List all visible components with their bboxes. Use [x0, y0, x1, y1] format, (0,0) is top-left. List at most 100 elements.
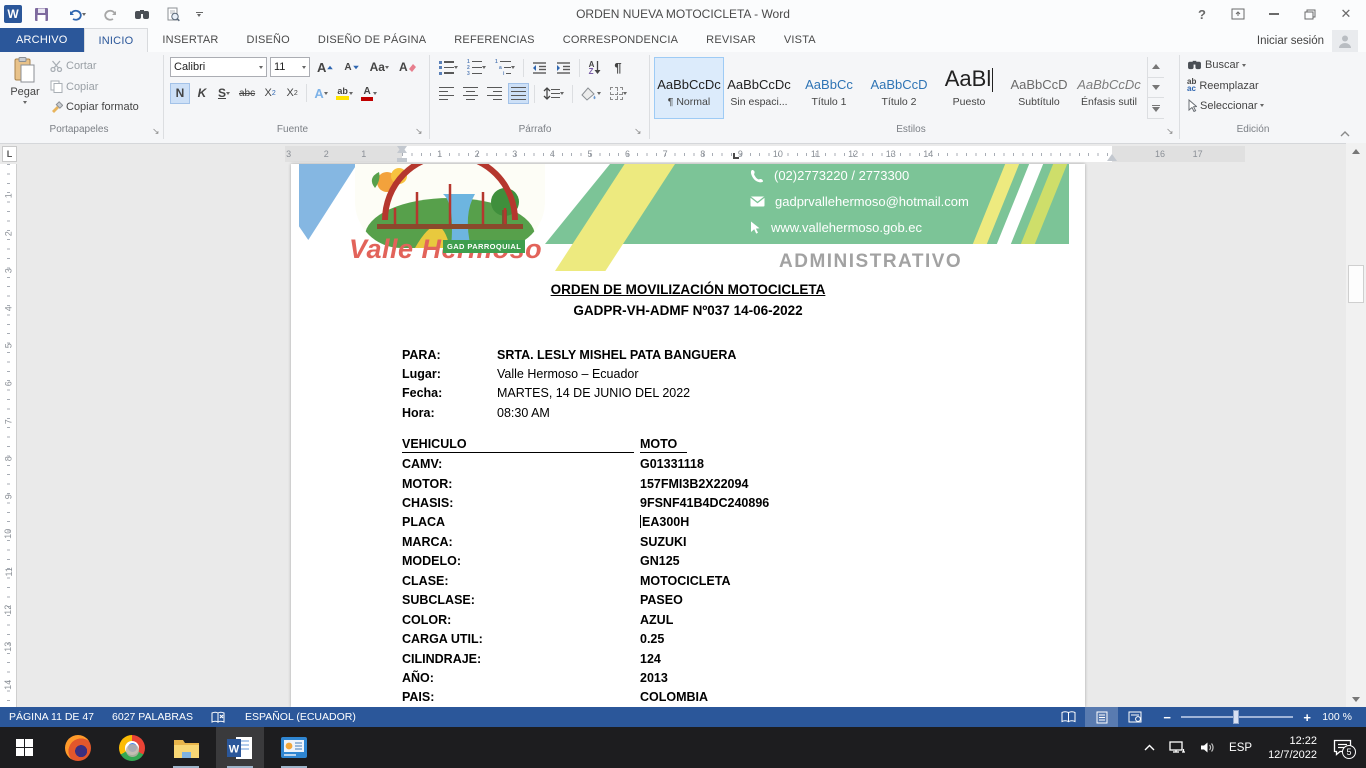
ribbon-tab[interactable]: INICIO: [84, 28, 149, 52]
clipboard-dialog-launcher[interactable]: ↘: [152, 127, 160, 136]
multilevel-list-button[interactable]: 1ai: [492, 57, 518, 78]
ribbon-tab[interactable]: CORRESPONDENCIA: [549, 28, 692, 52]
increase-indent-button[interactable]: [553, 57, 574, 78]
start-button[interactable]: [0, 727, 48, 768]
copy-button[interactable]: Copiar: [50, 80, 98, 93]
clear-formatting-button[interactable]: A: [396, 57, 420, 78]
clock[interactable]: 12:22 12/7/2022: [1259, 734, 1326, 762]
superscript-button[interactable]: X2: [282, 83, 302, 104]
notification-center[interactable]: 5: [1326, 727, 1366, 768]
zoom-level[interactable]: 100 %: [1313, 707, 1366, 727]
sign-in[interactable]: Iniciar sesión: [1257, 30, 1358, 52]
style-card[interactable]: AaBbCcD Título 2: [864, 57, 934, 119]
file-explorer-icon[interactable]: [162, 727, 210, 768]
ribbon-tab[interactable]: REFERENCIAS: [440, 28, 548, 52]
bullets-button[interactable]: [436, 57, 461, 78]
left-indent-marker[interactable]: [397, 153, 407, 162]
vertical-scrollbar[interactable]: [1346, 143, 1366, 707]
system-app-icon[interactable]: [270, 727, 318, 768]
styles-dialog-launcher[interactable]: ↘: [1166, 127, 1174, 136]
chrome-icon[interactable]: [108, 727, 156, 768]
right-indent-marker[interactable]: [1107, 154, 1117, 161]
style-card[interactable]: AaBbCc Título 1: [794, 57, 864, 119]
avatar[interactable]: [1332, 30, 1358, 52]
ribbon-tab[interactable]: ARCHIVO: [0, 28, 84, 52]
page-indicator[interactable]: PÁGINA 11 DE 47: [0, 707, 103, 727]
justify-button[interactable]: [508, 83, 529, 104]
network-icon[interactable]: [1162, 727, 1193, 768]
ribbon-tab[interactable]: VISTA: [770, 28, 830, 52]
align-right-button[interactable]: [484, 83, 505, 104]
minimize-button[interactable]: [1256, 0, 1292, 28]
shrink-font-button[interactable]: A: [341, 57, 362, 78]
zoom-in-button[interactable]: +: [1301, 710, 1313, 725]
style-card[interactable]: AaBbCcDc ¶ Normal: [654, 57, 724, 119]
styles-scroll-down[interactable]: [1148, 78, 1164, 99]
web-layout-button[interactable]: [1118, 707, 1151, 727]
replace-button[interactable]: abac Reemplazar: [1187, 79, 1259, 92]
language-tray[interactable]: ESP: [1222, 727, 1259, 768]
style-card[interactable]: AaBbCcDc Sin espaci...: [724, 57, 794, 119]
tray-expand-chevron[interactable]: [1137, 727, 1162, 768]
volume-icon[interactable]: [1193, 727, 1222, 768]
horizontal-ruler[interactable]: 321 1234567891011121314 1617: [285, 146, 1245, 162]
firefox-icon[interactable]: [54, 727, 102, 768]
paste-button[interactable]: Pegar: [6, 57, 44, 127]
scroll-down-button[interactable]: [1346, 691, 1366, 707]
show-marks-button[interactable]: ¶: [608, 57, 628, 78]
format-painter-button[interactable]: Copiar formato: [50, 100, 139, 113]
document-page[interactable]: (02)2773220 / 2773300 gadprvallehermoso@…: [291, 164, 1085, 707]
subscript-button[interactable]: X2: [260, 83, 280, 104]
collapse-ribbon-button[interactable]: [1340, 131, 1350, 137]
select-button[interactable]: Seleccionar: [1187, 99, 1264, 112]
ribbon-tab[interactable]: DISEÑO DE PÁGINA: [304, 28, 440, 52]
cut-button[interactable]: Cortar: [50, 60, 97, 72]
italic-button[interactable]: K: [192, 83, 212, 104]
sort-button[interactable]: AZ: [585, 57, 605, 78]
align-center-button[interactable]: [460, 83, 481, 104]
ribbon-tab[interactable]: DISEÑO: [233, 28, 304, 52]
read-mode-button[interactable]: [1052, 707, 1085, 727]
styles-more-button[interactable]: [1148, 98, 1164, 119]
font-size-combo[interactable]: 11: [270, 57, 310, 77]
print-layout-button[interactable]: [1085, 707, 1118, 727]
grow-font-button[interactable]: A: [314, 57, 337, 78]
help-button[interactable]: ?: [1184, 0, 1220, 28]
font-color-button[interactable]: A: [358, 83, 380, 104]
word-count[interactable]: 6027 PALABRAS: [103, 707, 202, 727]
text-effects-button[interactable]: A: [311, 83, 331, 104]
zoom-out-button[interactable]: −: [1161, 710, 1173, 725]
tab-stop-marker[interactable]: [733, 153, 739, 159]
style-card[interactable]: AaBl Puesto: [934, 57, 1004, 119]
borders-button[interactable]: [607, 83, 630, 104]
word-taskbar-icon[interactable]: W: [216, 727, 264, 768]
underline-button[interactable]: S: [214, 83, 234, 104]
ribbon-display-options-button[interactable]: [1220, 0, 1256, 28]
close-button[interactable]: ✕: [1328, 0, 1364, 28]
restore-button[interactable]: [1292, 0, 1328, 28]
language-indicator[interactable]: ESPAÑOL (ECUADOR): [236, 707, 365, 727]
style-card[interactable]: AaBbCcD Subtítulo: [1004, 57, 1074, 119]
numbering-button[interactable]: 123: [464, 57, 489, 78]
bold-button[interactable]: N: [170, 83, 190, 104]
change-case-button[interactable]: Aa: [367, 57, 392, 78]
proofing-status[interactable]: [202, 707, 236, 727]
ribbon-tab[interactable]: INSERTAR: [148, 28, 232, 52]
align-left-button[interactable]: [436, 83, 457, 104]
styles-scroll-up[interactable]: [1148, 57, 1164, 78]
paste-dropdown-arrow[interactable]: [23, 101, 27, 104]
zoom-slider-thumb[interactable]: [1233, 710, 1239, 724]
scroll-up-button[interactable]: [1346, 143, 1366, 159]
shading-button[interactable]: [578, 83, 604, 104]
ribbon-tab[interactable]: REVISAR: [692, 28, 770, 52]
paragraph-dialog-launcher[interactable]: ↘: [634, 127, 642, 136]
style-card[interactable]: AaBbCcDc Énfasis sutil: [1074, 57, 1144, 119]
font-family-combo[interactable]: Calibri: [170, 57, 267, 77]
line-spacing-button[interactable]: [540, 83, 567, 104]
tab-selector[interactable]: L: [2, 146, 17, 162]
strikethrough-button[interactable]: abc: [236, 83, 258, 104]
zoom-slider[interactable]: [1181, 716, 1293, 718]
find-button[interactable]: Buscar: [1187, 59, 1246, 71]
highlight-button[interactable]: ab: [333, 83, 356, 104]
font-dialog-launcher[interactable]: ↘: [415, 127, 423, 136]
